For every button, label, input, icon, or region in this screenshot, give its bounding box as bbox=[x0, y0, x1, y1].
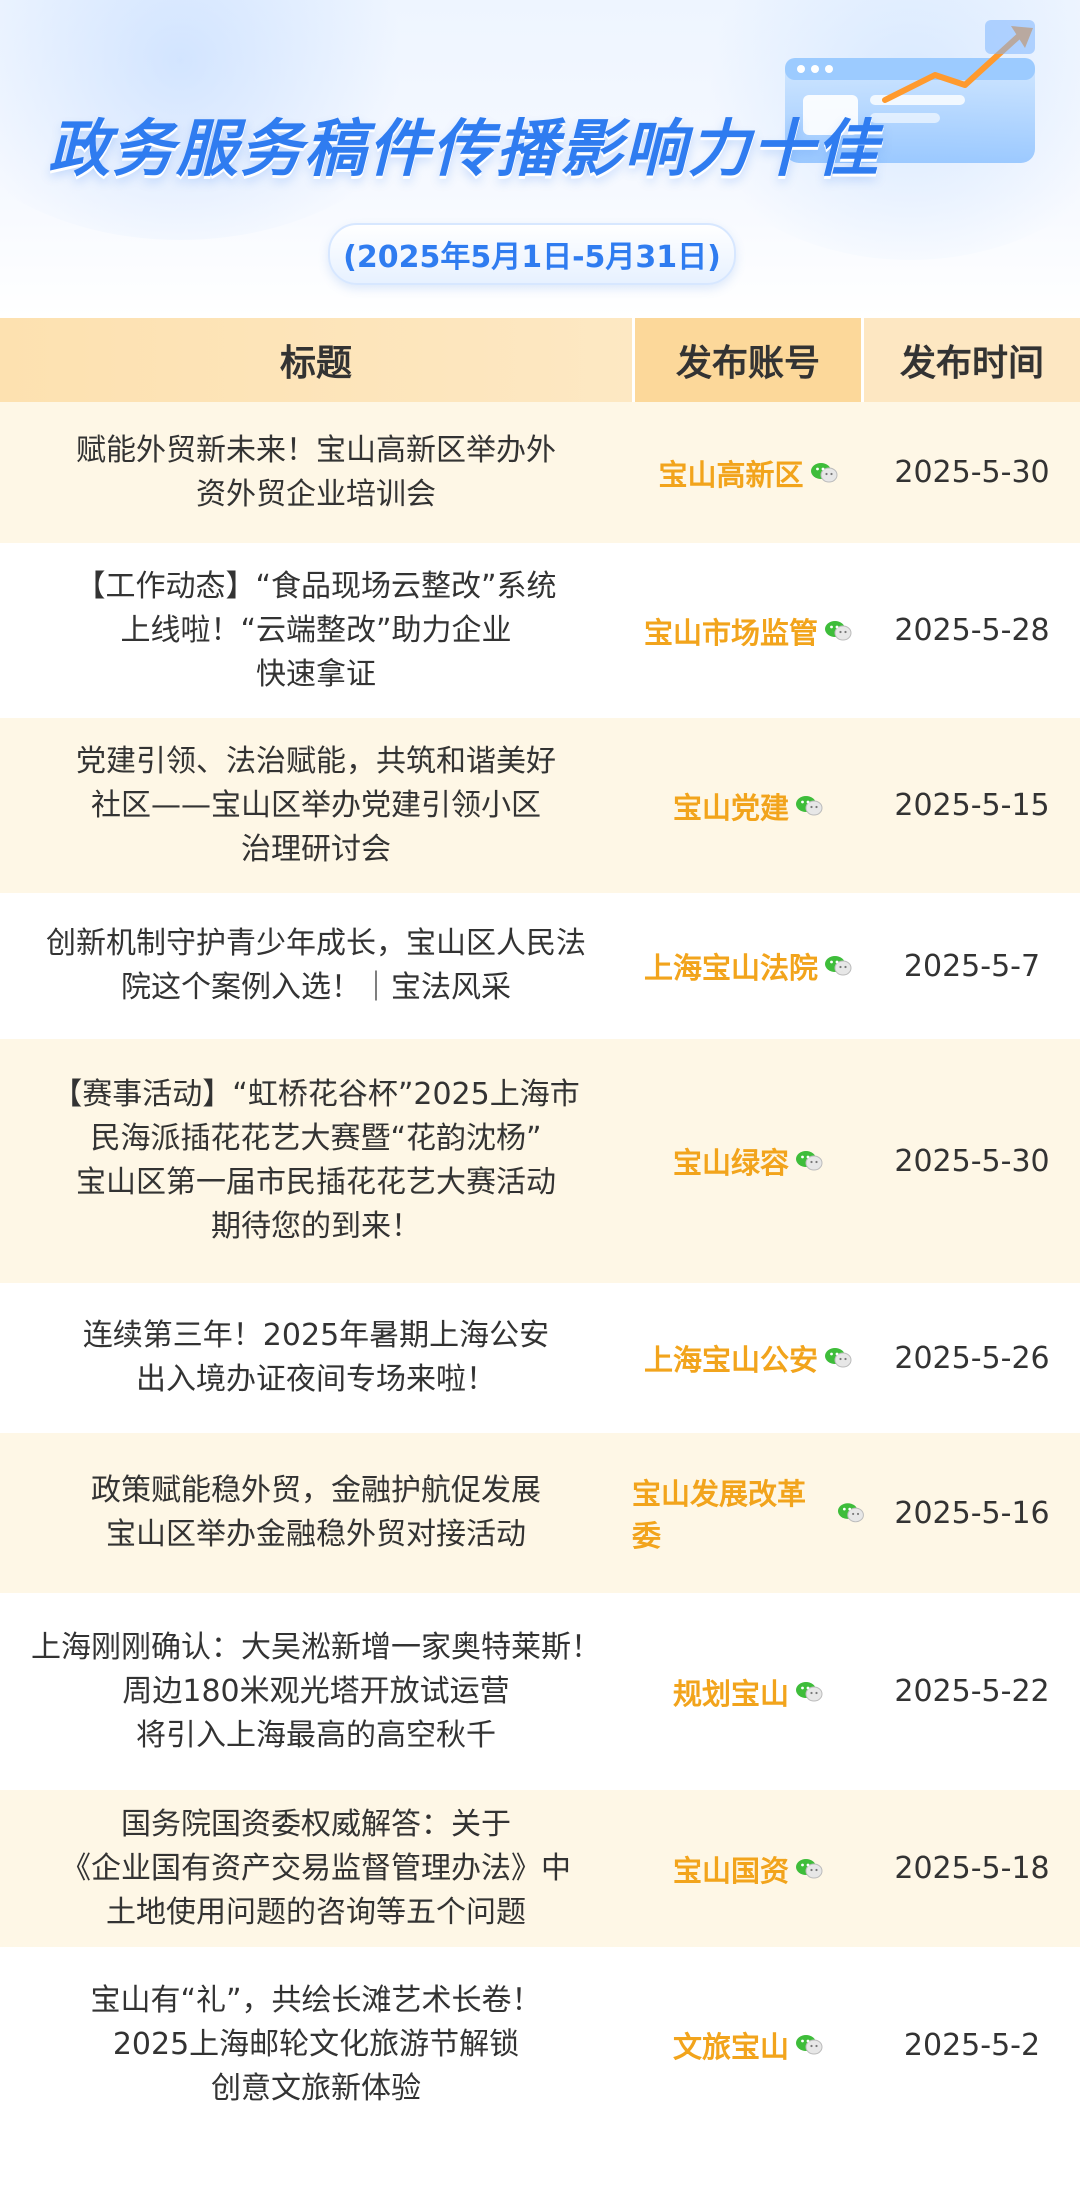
article-title-cell: 党建引领、法治赋能，共筑和谐美好 社区——宝山区举办党建引领小区 治理研讨会 bbox=[0, 718, 632, 893]
article-title-cell: 创新机制守护青少年成长，宝山区人民法 院这个案例入选！｜宝法风采 bbox=[0, 893, 632, 1039]
table-row[interactable]: 【工作动态】“食品现场云整改”系统 上线啦！“云端整改”助力企业 快速拿证 宝山… bbox=[0, 543, 1080, 718]
article-title-cell: 赋能外贸新未来！宝山高新区举办外 资外贸企业培训会 bbox=[0, 402, 632, 543]
table-row[interactable]: 【赛事活动】“虹桥花谷杯”2025上海市 民海派插花花艺大赛暨“花韵沈杨” 宝山… bbox=[0, 1039, 1080, 1283]
publish-date: 2025-5-30 bbox=[894, 455, 1050, 490]
article-title-cell: 【工作动态】“食品现场云整改”系统 上线啦！“云端整改”助力企业 快速拿证 bbox=[0, 543, 632, 718]
table-row[interactable]: 政策赋能稳外贸，金融护航促发展 宝山区举办金融稳外贸对接活动 宝山发展改革委 2… bbox=[0, 1433, 1080, 1593]
account-name: 宝山党建 bbox=[672, 790, 789, 825]
account-name: 上海宝山公安 bbox=[643, 1343, 818, 1377]
account-name: 宝山市场监管 bbox=[643, 615, 818, 650]
account-name: 规划宝山 bbox=[672, 1676, 789, 1711]
account-name: 上海宝山法院 bbox=[643, 951, 818, 985]
article-title-cell: 政策赋能稳外贸，金融护航促发展 宝山区举办金融稳外贸对接活动 bbox=[0, 1433, 632, 1593]
table-row[interactable]: 创新机制守护青少年成长，宝山区人民法 院这个案例入选！｜宝法风采 上海宝山法院 … bbox=[0, 893, 1080, 1039]
account-cell: 宝山高新区 bbox=[632, 402, 864, 543]
article-title: 宝山有“礼”，共绘长滩艺术长卷！ 2025上海邮轮文化旅游节解锁 创意文旅新体验 bbox=[90, 1983, 542, 2106]
article-title: 政策赋能稳外贸，金融护航促发展 宝山区举办金融稳外贸对接活动 bbox=[91, 1473, 541, 1552]
article-title: 上海刚刚确认：大吴淞新增一家奥特莱斯！ 周边180米观光塔开放试运营 将引入上海… bbox=[31, 1629, 601, 1753]
table-row[interactable]: 宝山有“礼”，共绘长滩艺术长卷！ 2025上海邮轮文化旅游节解锁 创意文旅新体验… bbox=[0, 1947, 1080, 2143]
wechat-icon bbox=[796, 795, 823, 815]
wechat-icon bbox=[796, 2035, 823, 2055]
article-title-cell: 【赛事活动】“虹桥花谷杯”2025上海市 民海派插花花艺大赛暨“花韵沈杨” 宝山… bbox=[0, 1039, 632, 1283]
column-header-account: 发布账号 bbox=[632, 318, 864, 402]
table-row[interactable]: 上海刚刚确认：大吴淞新增一家奥特莱斯！ 周边180米观光塔开放试运营 将引入上海… bbox=[0, 1593, 1080, 1790]
article-title: 创新机制守护青少年成长，宝山区人民法 院这个案例入选！｜宝法风采 bbox=[46, 926, 586, 1005]
account-name: 宝山高新区 bbox=[658, 457, 804, 492]
publish-date: 2025-5-28 bbox=[894, 613, 1050, 648]
account-cell: 文旅宝山 bbox=[632, 1947, 864, 2143]
table-row[interactable]: 国务院国资委权威解答：关于 《企业国有资产交易监督管理办法》中 土地使用问题的咨… bbox=[0, 1790, 1080, 1947]
article-title: 党建引领、法治赋能，共筑和谐美好 社区——宝山区举办党建引领小区 治理研讨会 bbox=[76, 743, 556, 867]
publish-date: 2025-5-18 bbox=[894, 1851, 1050, 1886]
account-cell: 上海宝山公安 bbox=[632, 1283, 864, 1433]
article-title-cell: 上海刚刚确认：大吴淞新增一家奥特莱斯！ 周边180米观光塔开放试运营 将引入上海… bbox=[0, 1593, 632, 1790]
table-row[interactable]: 赋能外贸新未来！宝山高新区举办外 资外贸企业培训会 宝山高新区 2025-5-3… bbox=[0, 402, 1080, 543]
header-banner: 政务服务稿件传播影响力十佳 (2025年5月1日-5月31日) bbox=[0, 0, 1080, 318]
publish-date: 2025-5-26 bbox=[894, 1340, 1050, 1376]
account-cell: 宝山国资 bbox=[632, 1790, 864, 1947]
wechat-icon bbox=[825, 1348, 852, 1368]
wechat-icon bbox=[796, 1858, 823, 1878]
page-title: 政务服务稿件传播影响力十佳 bbox=[48, 112, 881, 185]
wechat-icon bbox=[796, 1681, 823, 1701]
wechat-icon bbox=[810, 462, 837, 482]
article-title: 国务院国资委权威解答：关于 《企业国有资产交易监督管理办法》中 土地使用问题的咨… bbox=[61, 1806, 571, 1930]
account-cell: 上海宝山法院 bbox=[632, 893, 864, 1039]
account-cell: 规划宝山 bbox=[632, 1593, 864, 1790]
date-range-badge: (2025年5月1日-5月31日) bbox=[328, 223, 736, 285]
article-title-cell: 国务院国资委权威解答：关于 《企业国有资产交易监督管理办法》中 土地使用问题的咨… bbox=[0, 1790, 632, 1947]
column-header-title: 标题 bbox=[0, 318, 632, 402]
wechat-icon bbox=[825, 620, 852, 640]
account-cell: 宝山党建 bbox=[632, 718, 864, 893]
publish-date: 2025-5-2 bbox=[903, 2027, 1041, 2063]
account-cell: 宝山发展改革委 bbox=[632, 1433, 864, 1593]
article-title-cell: 宝山有“礼”，共绘长滩艺术长卷！ 2025上海邮轮文化旅游节解锁 创意文旅新体验 bbox=[0, 1947, 632, 2143]
column-header-date: 发布时间 bbox=[864, 318, 1080, 402]
article-title: 赋能外贸新未来！宝山高新区举办外 资外贸企业培训会 bbox=[76, 432, 556, 512]
table-row[interactable]: 党建引领、法治赋能，共筑和谐美好 社区——宝山区举办党建引领小区 治理研讨会 宝… bbox=[0, 718, 1080, 893]
wechat-icon bbox=[796, 1151, 823, 1171]
publish-date: 2025-5-7 bbox=[903, 948, 1041, 984]
article-title: 连续第三年！2025年暑期上海公安 出入境办证夜间专场来啦！ bbox=[82, 1318, 550, 1397]
table-header: 标题 发布账号 发布时间 bbox=[0, 318, 1080, 402]
wechat-icon bbox=[825, 956, 852, 976]
table-row[interactable]: 连续第三年！2025年暑期上海公安 出入境办证夜间专场来啦！ 上海宝山公安 20… bbox=[0, 1283, 1080, 1433]
account-name: 宝山绿容 bbox=[672, 1146, 789, 1180]
account-cell: 宝山市场监管 bbox=[632, 543, 864, 718]
publish-date: 2025-5-30 bbox=[894, 1143, 1050, 1179]
account-name: 宝山发展改革委 bbox=[632, 1477, 807, 1553]
article-title-cell: 连续第三年！2025年暑期上海公安 出入境办证夜间专场来啦！ bbox=[0, 1283, 632, 1433]
account-name: 宝山国资 bbox=[672, 1853, 789, 1888]
publish-date: 2025-5-15 bbox=[894, 788, 1050, 823]
account-cell: 宝山绿容 bbox=[632, 1039, 864, 1283]
article-title: 【赛事活动】“虹桥花谷杯”2025上海市 民海派插花花艺大赛暨“花韵沈杨” 宝山… bbox=[52, 1077, 580, 1244]
ranking-table: 标题 发布账号 发布时间 赋能外贸新未来！宝山高新区举办外 资外贸企业培训会 宝… bbox=[0, 318, 1080, 2143]
publish-date: 2025-5-22 bbox=[894, 1674, 1050, 1709]
publish-date: 2025-5-16 bbox=[894, 1495, 1050, 1531]
account-name: 文旅宝山 bbox=[672, 2030, 789, 2064]
article-title: 【工作动态】“食品现场云整改”系统 上线啦！“云端整改”助力企业 快速拿证 bbox=[75, 568, 557, 692]
wechat-icon bbox=[837, 1503, 864, 1523]
